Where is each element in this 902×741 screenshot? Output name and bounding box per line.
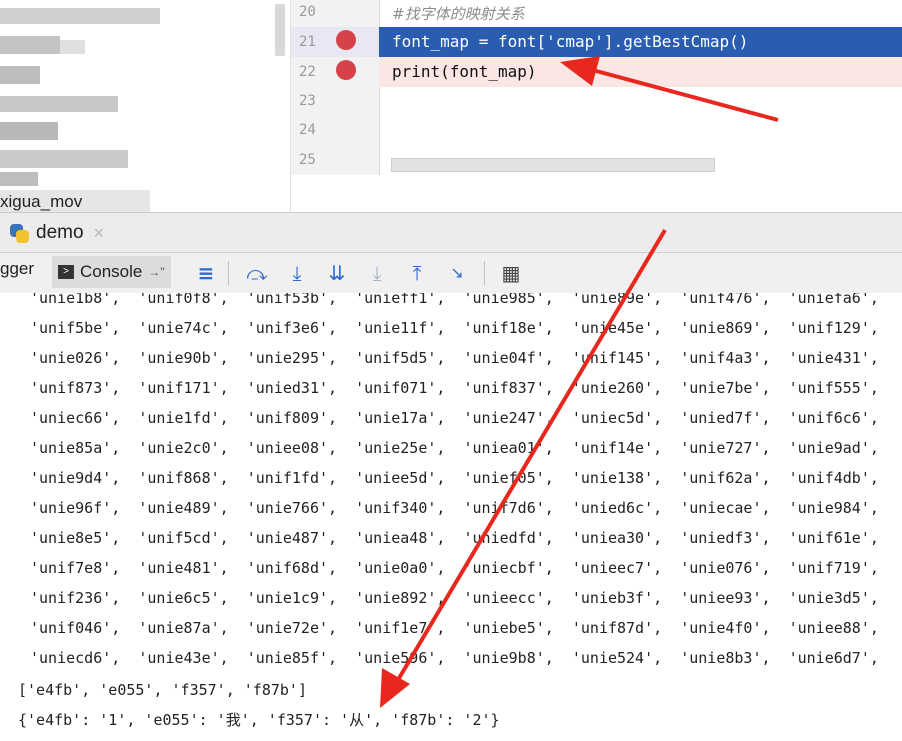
run-to-cursor-icon[interactable]: ↘ (443, 259, 471, 287)
tab-console[interactable]: > Console →" (52, 256, 171, 288)
python-icon (8, 222, 30, 244)
show-execution-point-icon[interactable]: ⤼ (243, 259, 271, 287)
editor-blank (291, 175, 902, 212)
console-row: 'unif046', 'unie87a', 'unie72e', 'unif1e… (30, 619, 879, 637)
editor-horizontal-scrollbar[interactable] (391, 158, 715, 172)
console-row: 'unie8e5', 'unif5cd', 'unie487', 'uniea4… (30, 529, 879, 547)
console-output[interactable]: 'unie1b8', 'unif0f8', 'unif53b', 'unieff… (0, 293, 902, 741)
blurred-item (0, 66, 40, 84)
debug-toolbar: gger > Console →" ≡ ⤼ ⤓ ⇊ ⤓ ⤒ ↘ ▦ (0, 252, 902, 294)
step-over-icon[interactable]: ⤓ (283, 259, 311, 287)
console-list-output: ['e4fb', 'e055', 'f357', 'f87b'] (18, 681, 307, 699)
code-editor[interactable]: 20 21 22 23 24 25 #找字体的映射关系 font_map = f… (290, 0, 902, 212)
breakpoint-icon[interactable] (336, 30, 356, 50)
step-into-icon[interactable]: ⇊ (323, 259, 351, 287)
separator (228, 261, 229, 285)
console-row: 'unie026', 'unie90b', 'unie295', 'unif5d… (30, 349, 879, 367)
console-row: 'unie1b8', 'unif0f8', 'unif53b', 'unieff… (30, 293, 879, 307)
console-row: 'unif5be', 'unie74c', 'unif3e6', 'unie11… (30, 319, 879, 337)
blurred-item (0, 122, 58, 140)
line-number: 23 (299, 93, 316, 109)
run-tab-bar: demo × (0, 212, 902, 253)
line-number: 20 (299, 4, 316, 20)
blurred-item (0, 172, 38, 186)
code-line-21: font_map = font['cmap'].getBestCmap() (392, 32, 749, 51)
code-line-22: print(font_map) (392, 62, 537, 81)
line-number: 22 (299, 64, 316, 80)
console-row: 'unie96f', 'unie489', 'unie766', 'unif34… (30, 499, 879, 517)
line-number: 25 (299, 152, 316, 168)
separator (484, 261, 485, 285)
code-comment: #找字体的映射关系 (392, 5, 525, 23)
console-row: 'uniecd6', 'unie43e', 'unie85f', 'unie59… (30, 649, 879, 667)
console-icon: > (58, 265, 74, 279)
step-out-icon[interactable]: ⤒ (403, 259, 431, 287)
run-tab-demo[interactable]: demo × (8, 217, 104, 249)
console-row: 'unie9d4', 'unif868', 'unif1fd', 'uniee5… (30, 469, 879, 487)
tree-item-label[interactable]: xigua_mov (0, 190, 150, 212)
line-number: 21 (299, 34, 316, 50)
console-row: 'unie85a', 'unie2c0', 'uniee08', 'unie25… (30, 439, 879, 457)
pin-icon[interactable]: →" (148, 265, 164, 279)
console-row: 'unif7e8', 'unie481', 'unif68d', 'unie0a… (30, 559, 879, 577)
blurred-item (0, 8, 160, 24)
console-row: 'uniec66', 'unie1fd', 'unif809', 'unie17… (30, 409, 879, 427)
tree-scrollbar[interactable] (275, 4, 285, 56)
line-number: 24 (299, 122, 316, 138)
blurred-item (0, 36, 60, 54)
console-row: 'unif873', 'unif171', 'unied31', 'unif07… (30, 379, 879, 397)
menu-lines-icon[interactable]: ≡ (192, 259, 220, 287)
blurred-item (60, 40, 85, 54)
tab-console-label: Console (80, 262, 143, 281)
breakpoint-icon[interactable] (336, 60, 356, 80)
console-row: 'unif236', 'unie6c5', 'unie1c9', 'unie89… (30, 589, 879, 607)
run-tab-label: demo (36, 222, 84, 243)
close-icon[interactable]: × (94, 223, 105, 244)
project-tree[interactable]: xigua_mov (0, 0, 290, 212)
evaluate-expression-icon[interactable]: ▦ (497, 259, 525, 287)
blurred-item (0, 96, 118, 112)
console-dict-output: {'e4fb': '1', 'e055': '我', 'f357': '从', … (18, 711, 500, 729)
blurred-item (0, 150, 128, 168)
step-into-my-code-icon[interactable]: ⤓ (363, 259, 391, 287)
tab-debugger[interactable]: gger (0, 259, 34, 279)
